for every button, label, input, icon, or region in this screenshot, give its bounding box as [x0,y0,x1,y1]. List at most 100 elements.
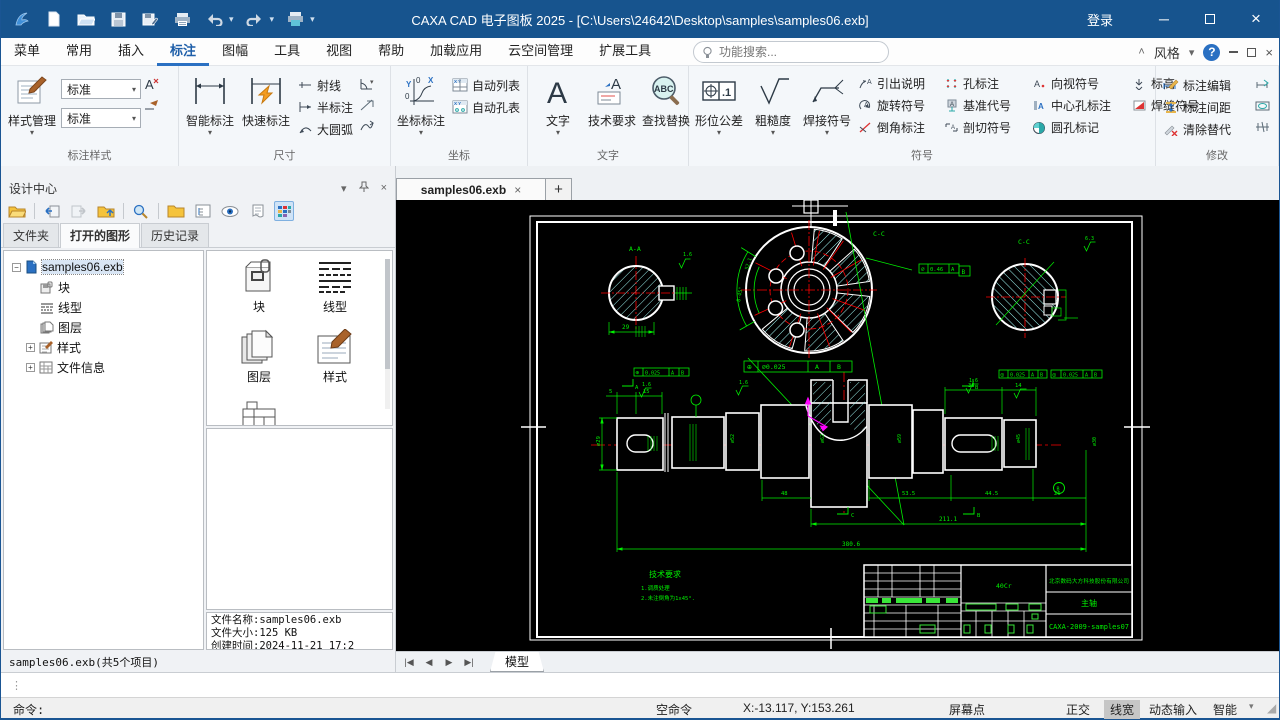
undo-dropdown-icon[interactable]: ▾ [229,14,234,25]
doc-restore-icon[interactable] [1247,48,1256,57]
text-style-icon[interactable]: A [143,75,161,93]
roughness-button[interactable]: 粗糙度 ▾ [747,70,799,146]
lineweight-toggle[interactable]: 线宽 [1104,700,1140,719]
tab-common[interactable]: 常用 [53,38,105,66]
dim-style-select[interactable]: 标准▾ [61,79,141,99]
last-sheet-icon[interactable]: ▶| [460,654,478,670]
icon-item-layer[interactable]: 图层 [221,329,297,399]
close-button[interactable]: × [1233,0,1279,38]
redo-dropdown-icon[interactable]: ▾ [270,14,275,25]
tab-load-app[interactable]: 加载应用 [417,38,495,66]
drawing-canvas[interactable]: A-A 1.6 29 [396,200,1279,651]
doc-tab-samples06[interactable]: samples06.exb × [396,178,546,200]
tech-req-button[interactable]: A 技术要求 [586,70,638,146]
auto-list-item[interactable]: X Y自动列表 [449,74,523,96]
command-prompt[interactable]: 命令: [13,701,44,718]
new-file-icon[interactable] [43,8,65,30]
doc-minimize-icon[interactable] [1229,51,1238,53]
dim-associate-icon[interactable] [1254,96,1272,114]
style-dropdown-icon[interactable]: ▾ [1189,46,1195,59]
model-tab[interactable]: 模型 [490,652,544,672]
tab-menu[interactable]: 菜单 [1,38,53,66]
redo-icon[interactable] [244,8,266,30]
ortho-toggle[interactable]: 正交 [1066,701,1090,718]
tree-item-linetypes[interactable]: 线型 [4,297,203,317]
doc-tab-close-icon[interactable]: × [514,183,521,197]
text-style-select[interactable]: 标准▾ [61,108,141,128]
folder-view-icon[interactable] [166,201,186,221]
plot-icon[interactable] [284,8,306,30]
tab-annotate[interactable]: 标注 [157,38,209,66]
save-as-icon[interactable] [139,8,161,30]
first-sheet-icon[interactable]: |◀ [400,654,418,670]
section-symbol-item[interactable]: A剖切符号 [941,116,1029,138]
collapse-ribbon-icon[interactable]: ˄ [1138,46,1144,58]
tab-view[interactable]: 视图 [313,38,365,66]
status-pick-mode[interactable]: 屏幕点 [949,701,985,718]
tree-item-styles[interactable]: + 样式 [4,337,203,357]
up-folder-icon[interactable] [96,201,116,221]
tab-open-drawings[interactable]: 打开的图形 [60,223,140,248]
smart-dim-button[interactable]: 智能标注 ▾ [183,70,237,146]
tab-history[interactable]: 历史记录 [141,223,209,247]
find-replace-button[interactable]: ABC 查找替换 [640,70,692,146]
function-search-box[interactable] [693,41,889,63]
dynamic-input-toggle[interactable]: 动态输入 [1149,701,1197,718]
curve-dim-icon[interactable] [358,117,376,135]
dim-break-icon[interactable] [1254,117,1272,135]
angle-dim-icon[interactable]: ▾ [358,75,376,93]
command-history[interactable]: ⋮ [1,672,1279,697]
smart-snap-dropdown-icon[interactable]: ▾ [1249,701,1254,712]
tab-cloud[interactable]: 云空间管理 [495,38,586,66]
search-input[interactable] [719,45,869,59]
prev-sheet-icon[interactable]: ◀ [420,654,438,670]
hole-dim-item[interactable]: 孔标注 [941,72,1029,94]
open-file-icon[interactable] [75,8,97,30]
view-symbol-item[interactable]: A向视符号 [1029,72,1129,94]
coord-dim-button[interactable]: YX00 坐标标注 ▾ [395,70,447,146]
tree-item-blocks[interactable]: 块 [4,277,203,297]
large-icons-view-icon[interactable] [274,201,294,221]
center-hole-item[interactable]: A中心孔标注 [1029,94,1129,116]
open-folder-icon[interactable] [7,201,27,221]
style-manager-button[interactable]: 样式管理 ▾ [5,70,59,146]
style-menu[interactable]: 风格 [1154,43,1180,62]
print-icon[interactable] [171,8,193,30]
auto-hole-item[interactable]: X Y自动孔表 [449,96,523,118]
back-icon[interactable] [42,201,62,221]
rotate-symbol-item[interactable]: A旋转符号 [855,94,941,116]
doc-close-icon[interactable]: × [1265,45,1273,60]
dim-edit-item[interactable]: 标注编辑 [1160,74,1252,96]
icon-item-block[interactable]: 块 [221,259,297,329]
minimize-button[interactable]: ─ [1141,0,1187,38]
dim-spacing-item[interactable]: 标注间距 [1160,96,1252,118]
chamfer-dim-item[interactable]: 倒角标注 [855,116,941,138]
description-icon[interactable] [247,201,267,221]
next-sheet-icon[interactable]: ▶ [440,654,458,670]
dim-style-edit-icon[interactable] [143,96,161,114]
tab-insert[interactable]: 插入 [105,38,157,66]
command-splitter[interactable]: ⋮ [11,679,22,692]
tree-item-fileinfo[interactable]: + 文件信息 [4,357,203,377]
maximize-button[interactable] [1187,0,1233,38]
tree-item-layers[interactable]: 图层 [4,317,203,337]
leader-note-item[interactable]: A引出说明 [855,72,941,94]
icon-item-linetype[interactable]: 线型 [297,259,373,329]
tab-extension[interactable]: 扩展工具 [586,38,664,66]
qat-customize-icon[interactable]: ▾ [310,14,315,25]
panel-pin-icon[interactable] [359,181,369,196]
resize-grip[interactable]: ◢ [1267,701,1276,715]
smart-snap-toggle[interactable]: 智能 [1213,701,1237,718]
panel-close-icon[interactable]: × [381,182,387,194]
leader-dim-icon[interactable] [358,96,376,114]
round-hole-mark-item[interactable]: 圆孔标记 [1029,116,1129,138]
help-icon[interactable]: ? [1203,44,1220,61]
tab-tools[interactable]: 工具 [261,38,313,66]
dim-update-icon[interactable] [1254,75,1272,93]
icon-item-fileinfo-clipped[interactable] [221,399,297,426]
forward-icon[interactable] [69,201,89,221]
app-logo-icon[interactable] [11,8,33,30]
preview-icon[interactable] [220,201,240,221]
clear-override-item[interactable]: 清除替代 [1160,118,1252,140]
search-icon[interactable] [131,201,151,221]
